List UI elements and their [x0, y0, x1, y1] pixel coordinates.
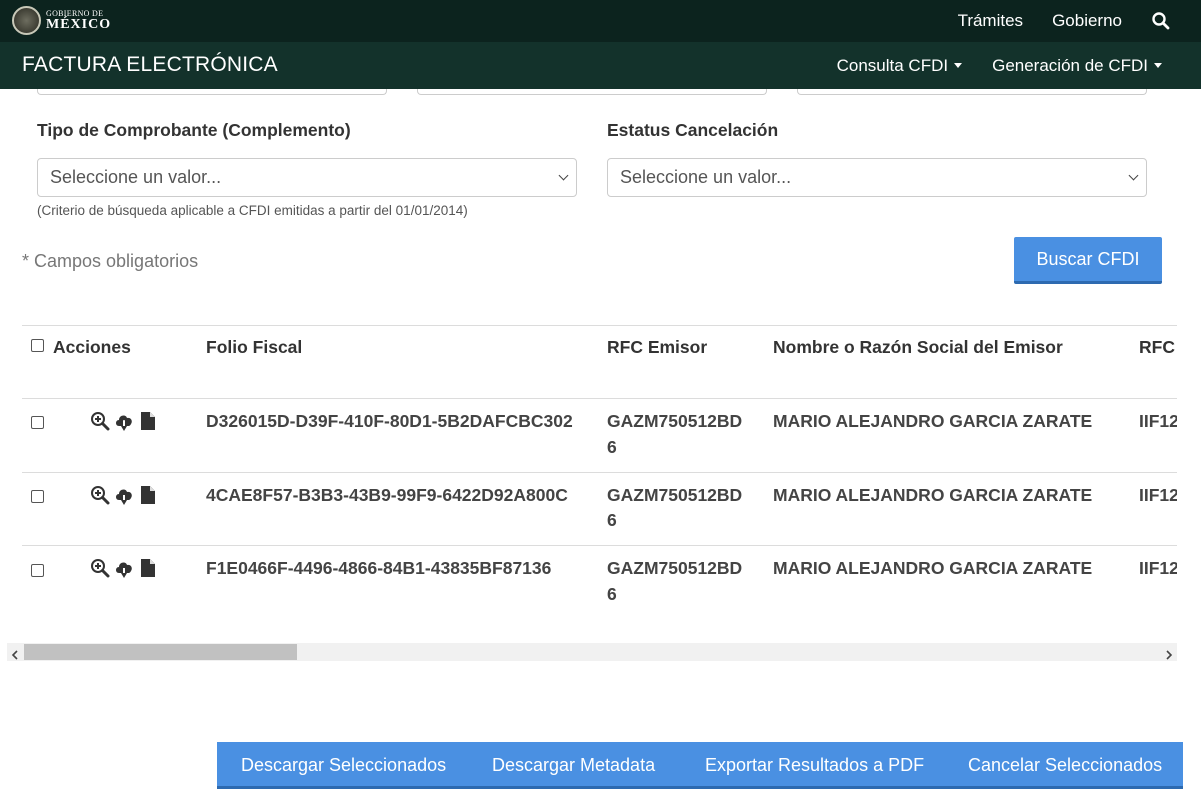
row-checkbox[interactable]	[31, 490, 44, 503]
document-icon[interactable]	[138, 485, 158, 505]
search-criteria-hint: (Criterio de búsqueda aplicable a CFDI e…	[37, 203, 468, 218]
results-table: Acciones Folio Fiscal RFC Emisor Nombre …	[22, 325, 1177, 625]
chevron-down-icon	[954, 63, 963, 68]
buscar-cfdi-button[interactable]: Buscar CFDI	[1014, 237, 1162, 284]
zoom-in-icon[interactable]	[90, 485, 110, 505]
generacion-cfdi-menu[interactable]: Generación de CFDI	[992, 56, 1162, 76]
zoom-in-icon[interactable]	[90, 558, 110, 578]
cancelar-seleccionados-button[interactable]: Cancelar Seleccionados	[968, 755, 1162, 776]
logo-big-text: MÉXICO	[46, 16, 112, 32]
row-checkbox[interactable]	[31, 416, 44, 429]
header-folio-fiscal[interactable]: Folio Fiscal	[206, 337, 302, 358]
scroll-left-arrow-icon[interactable]	[10, 647, 20, 660]
bulk-actions-bar: Descargar Seleccionados Descargar Metada…	[217, 742, 1183, 789]
nombre-emisor-cell: MARIO ALEJANDRO GARCIA ZARATE	[773, 558, 1093, 578]
nombre-emisor-cell: MARIO ALEJANDRO GARCIA ZARATE	[773, 485, 1093, 505]
scrollbar-thumb[interactable]	[24, 644, 297, 660]
top-navbar: GOBIERNO DE MÉXICO Trámites Gobierno	[0, 0, 1201, 42]
descargar-seleccionados-button[interactable]: Descargar Seleccionados	[241, 755, 446, 776]
header-rfc-emisor[interactable]: RFC Emisor	[607, 337, 707, 358]
rfc-emisor-cell: GAZM750512BD	[607, 411, 743, 431]
section-navbar: FACTURA ELECTRÓNICA Consulta CFDI Genera…	[0, 42, 1201, 89]
header-rfc-receptor[interactable]: RFC	[1139, 337, 1175, 358]
folio-fiscal-cell: F1E0466F-4496-4866-84B1-43835BF87136	[206, 558, 552, 578]
section-nav: Consulta CFDI Generación de CFDI	[837, 42, 1162, 89]
rfc-receptor-cell: IIF12	[1139, 411, 1177, 431]
rfc-receptor-cell: IIF12	[1139, 558, 1177, 578]
nav-tramites-link[interactable]: Trámites	[958, 11, 1024, 31]
cut-off-input[interactable]	[417, 89, 767, 95]
chevron-down-icon	[1154, 63, 1162, 68]
top-nav: Trámites Gobierno	[958, 0, 1171, 42]
table-divider	[22, 472, 1177, 473]
folio-fiscal-cell: D326015D-D39F-410F-80D1-5B2DAFCBC302	[206, 411, 573, 431]
tipo-comprobante-select[interactable]: Seleccione un valor...	[37, 158, 577, 197]
cloud-download-icon[interactable]	[114, 486, 134, 506]
tipo-comprobante-label: Tipo de Comprobante (Complemento)	[37, 120, 351, 140]
header-acciones: Acciones	[53, 337, 131, 357]
rfc-emisor-cell-wrap: 6	[607, 510, 617, 530]
estatus-cancelacion-label: Estatus Cancelación	[607, 120, 779, 140]
section-title: FACTURA ELECTRÓNICA	[22, 53, 278, 76]
scroll-right-arrow-icon[interactable]	[1164, 647, 1174, 660]
rfc-emisor-cell-wrap: 6	[607, 584, 617, 604]
search-icon[interactable]	[1151, 11, 1171, 31]
cloud-download-icon[interactable]	[114, 412, 134, 432]
document-icon[interactable]	[138, 558, 158, 578]
chevron-down-icon	[558, 170, 569, 181]
folio-fiscal-cell: 4CAE8F57-B3B3-43B9-99F9-6422D92A800C	[206, 485, 568, 505]
gobierno-logo[interactable]: GOBIERNO DE MÉXICO	[12, 6, 111, 35]
cut-off-input[interactable]	[37, 89, 387, 95]
required-fields-note: * Campos obligatorios	[22, 251, 199, 271]
rfc-emisor-cell: GAZM750512BD	[607, 558, 743, 578]
select-all-checkbox[interactable]	[31, 339, 44, 352]
estatus-cancelacion-select[interactable]: Seleccione un valor...	[607, 158, 1147, 197]
nombre-emisor-cell: MARIO ALEJANDRO GARCIA ZARATE	[773, 411, 1093, 431]
cloud-download-icon[interactable]	[114, 559, 134, 579]
consulta-cfdi-menu[interactable]: Consulta CFDI	[837, 56, 963, 76]
rfc-emisor-cell: GAZM750512BD	[607, 485, 743, 505]
zoom-in-icon[interactable]	[90, 411, 110, 431]
table-divider	[22, 325, 1177, 326]
rfc-emisor-cell-wrap: 6	[607, 437, 617, 457]
header-nombre-emisor[interactable]: Nombre o Razón Social del Emisor	[773, 337, 1063, 358]
descargar-metadata-button[interactable]: Descargar Metadata	[492, 755, 655, 776]
nav-gobierno-link[interactable]: Gobierno	[1052, 11, 1122, 31]
rfc-receptor-cell: IIF12	[1139, 485, 1177, 505]
table-divider	[22, 398, 1177, 399]
table-horizontal-scrollbar[interactable]	[7, 643, 1177, 661]
table-divider	[22, 545, 1177, 546]
exportar-pdf-button[interactable]: Exportar Resultados a PDF	[705, 755, 924, 776]
chevron-down-icon	[1128, 170, 1139, 181]
cut-off-input[interactable]	[797, 89, 1147, 95]
document-icon[interactable]	[138, 411, 158, 431]
national-seal-icon	[12, 6, 41, 35]
row-checkbox[interactable]	[31, 564, 44, 577]
